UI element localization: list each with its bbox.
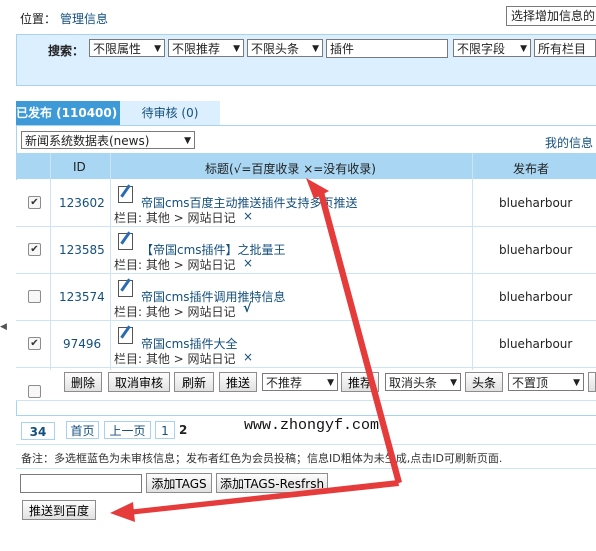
arrow-up-head (306, 178, 329, 199)
annotation-arrows (110, 178, 402, 522)
arrow-left-shaft (127, 480, 399, 515)
arrow-left-head (110, 502, 135, 522)
arrow-up-shaft (317, 188, 402, 484)
